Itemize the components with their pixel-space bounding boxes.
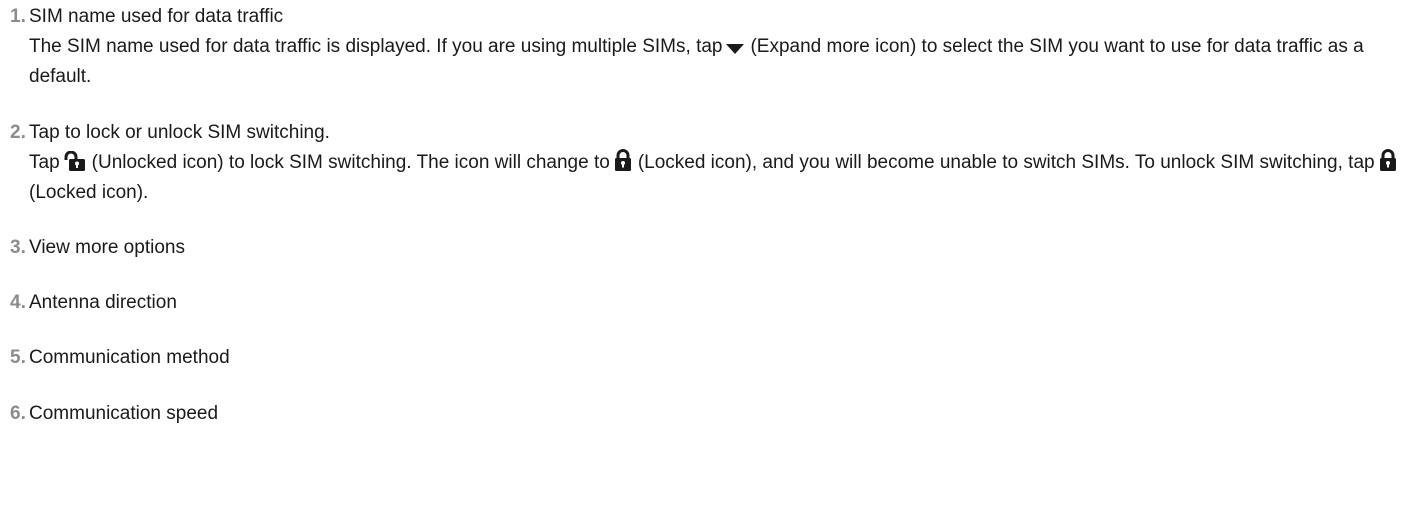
item-description: The SIM name used for data traffic is di…: [29, 32, 1405, 92]
item-title: Communication speed: [29, 403, 219, 424]
item-description-text: (Locked icon), and you will become unabl…: [637, 152, 1375, 173]
list-item: 4. Antenna direction: [8, 288, 1405, 318]
item-title: Antenna direction: [29, 292, 177, 313]
expand-more-icon: [726, 43, 745, 55]
item-description: Tap (Unlocked icon) to lock SIM switching…: [29, 148, 1405, 208]
list-item: 1. SIM name used for data traffic The SI…: [8, 2, 1405, 92]
numbered-list: 1. SIM name used for data traffic The SI…: [0, 0, 1405, 429]
item-number: 2.: [10, 122, 26, 143]
item-description-text: (Unlocked icon) to lock SIM switching. T…: [91, 152, 610, 173]
item-number: 1.: [10, 6, 26, 27]
item-title: View more options: [29, 237, 185, 258]
list-item: 5. Communication method: [8, 343, 1405, 373]
locked-icon: [614, 149, 632, 171]
locked-icon: [1379, 149, 1397, 171]
item-number: 3.: [10, 237, 26, 258]
item-title: Communication method: [29, 347, 230, 368]
item-number: 6.: [10, 403, 26, 424]
item-number: 4.: [10, 292, 26, 313]
list-item: 3. View more options: [8, 233, 1405, 263]
item-title: Tap to lock or unlock SIM switching.: [29, 122, 330, 143]
list-item: 2. Tap to lock or unlock SIM switching. …: [8, 118, 1405, 208]
item-description-text: Tap: [29, 152, 60, 173]
item-description-text: The SIM name used for data traffic is di…: [29, 36, 723, 57]
list-item: 6. Communication speed: [8, 399, 1405, 429]
item-title: SIM name used for data traffic: [29, 6, 284, 27]
unlocked-icon: [64, 150, 86, 171]
item-number: 5.: [10, 347, 26, 368]
item-description-text: (Locked icon).: [29, 182, 149, 203]
